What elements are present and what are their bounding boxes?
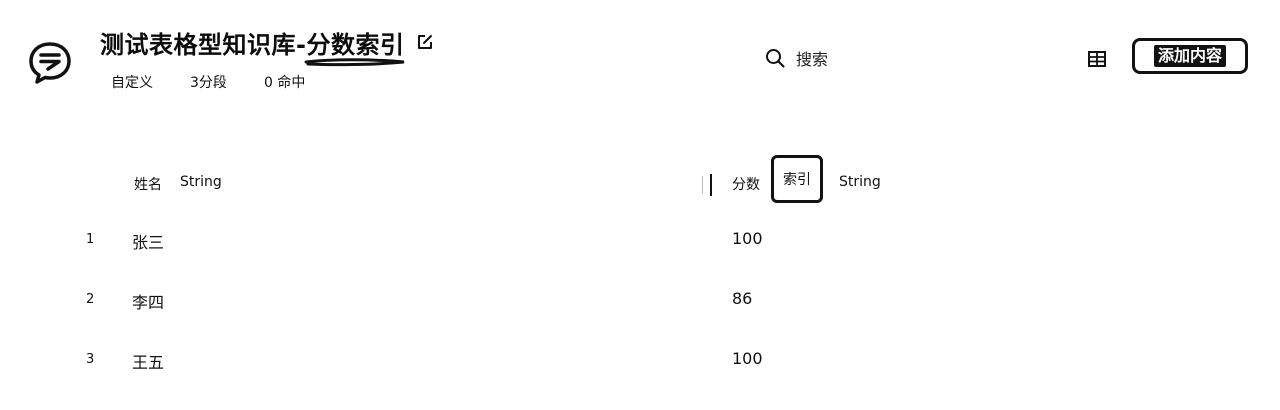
column-type-score: String — [839, 174, 881, 190]
meta-segments: 3分段 — [190, 75, 227, 91]
column-header-score: 分数 — [732, 177, 760, 193]
cell-name[interactable]: 李四 — [132, 289, 164, 313]
column-type-name: String — [180, 174, 222, 190]
search-box[interactable]: 搜索 — [764, 44, 828, 72]
cell-score[interactable]: 100 — [732, 349, 763, 368]
cell-name[interactable]: 张三 — [132, 229, 164, 253]
index-badge[interactable]: 索引 — [771, 155, 823, 203]
table-view-icon[interactable] — [1086, 48, 1108, 70]
knowledge-base-logo-icon — [29, 42, 71, 84]
add-content-button-label: 添加内容 — [1153, 45, 1226, 67]
meta-mode: 自定义 — [111, 75, 153, 91]
add-content-button[interactable]: 添加内容 — [1132, 38, 1248, 74]
column-header-name: 姓名 — [134, 177, 162, 193]
index-badge-label: 索引 — [783, 172, 811, 188]
row-index: 3 — [86, 352, 95, 367]
column-resize-handle-faint — [702, 176, 703, 194]
row-index: 2 — [86, 292, 95, 307]
cell-score[interactable]: 86 — [732, 289, 752, 308]
cell-name[interactable]: 王五 — [132, 349, 164, 373]
search-icon — [766, 49, 785, 68]
title-highlight-underline — [304, 58, 405, 67]
edit-icon[interactable] — [416, 33, 434, 51]
column-resize-handle[interactable] — [710, 174, 712, 196]
cell-score[interactable]: 100 — [732, 229, 763, 248]
meta-hits: 0 命中 — [264, 75, 306, 91]
page-title-row: 测试表格型知识库-分数索引 — [100, 24, 434, 60]
search-placeholder: 搜索 — [796, 50, 829, 69]
row-index: 1 — [86, 232, 95, 247]
page-title: 测试表格型知识库-分数索引 — [100, 30, 405, 59]
